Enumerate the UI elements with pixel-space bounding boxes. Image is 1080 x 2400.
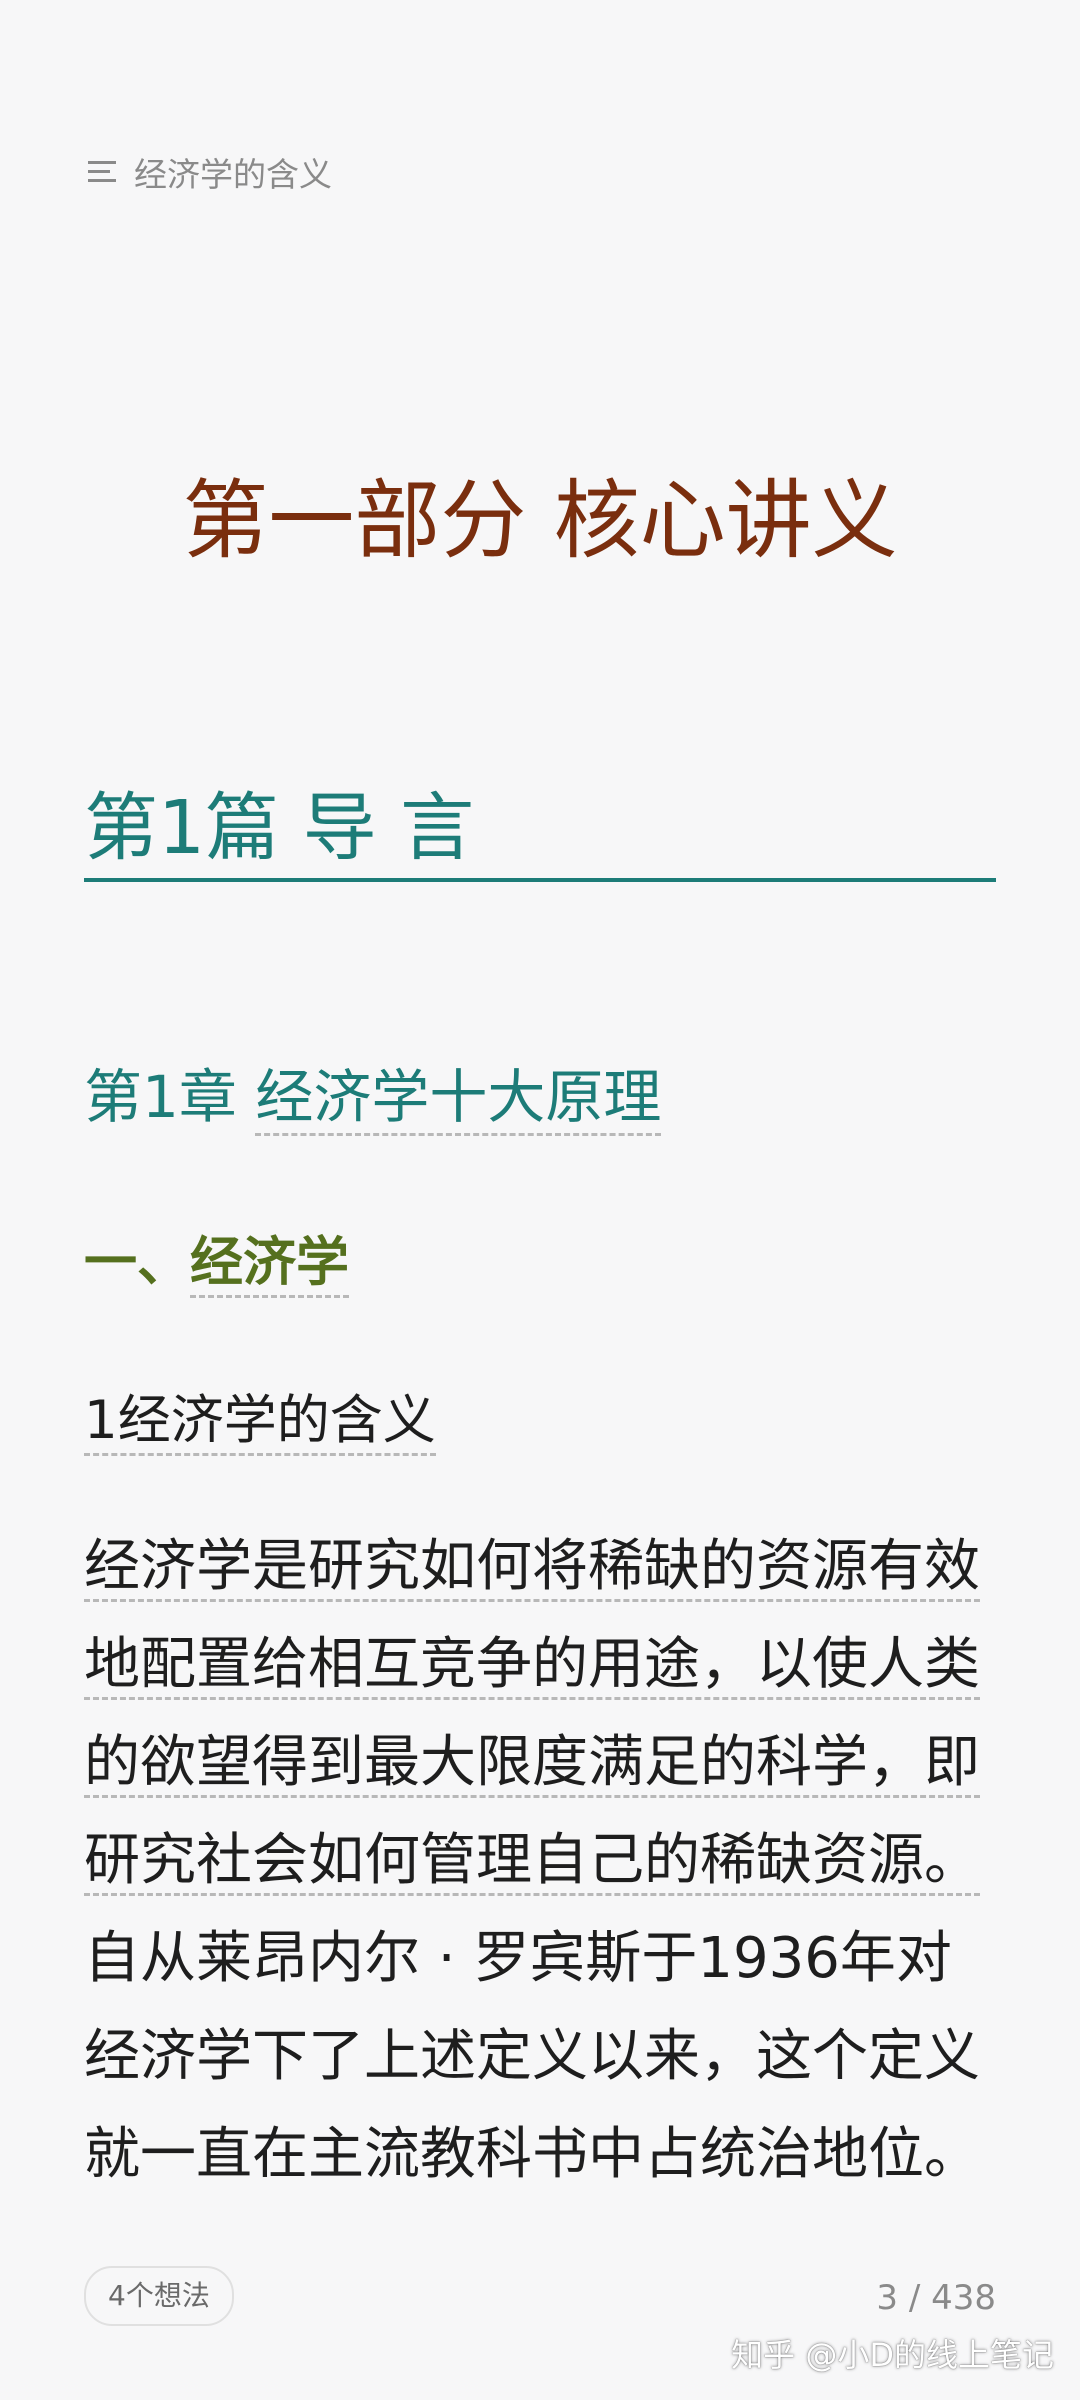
paragraph-line-text: 自从莱昂内尔 · 罗宾斯于1936年对 — [84, 1926, 952, 1991]
toc-header[interactable]: 经济学的含义 — [88, 148, 332, 196]
subsection-title: 一、经济学 — [84, 1220, 349, 1298]
paragraph-line: 自从莱昂内尔 · 罗宾斯于1936年对 — [84, 1910, 1004, 2008]
section-title: 第1篇 导 言 — [84, 785, 475, 871]
item-number: 1 — [84, 1390, 118, 1451]
paragraph-line-text: 就一直在主流教科书中占统治地位。 — [84, 2122, 980, 2187]
chapter-number: 第1章 — [84, 1063, 237, 1131]
part-title: 第一部分 核心讲义 — [182, 471, 898, 571]
chapter-name[interactable]: 经济学十大原理 — [255, 1063, 662, 1136]
paragraph: 经济学是研究如何将稀缺的资源有效 地配置给相互竞争的用途，以使人类 的欲望得到最… — [84, 1518, 1004, 2204]
paragraph-line: 的欲望得到最大限度满足的科学，即 — [84, 1714, 1004, 1812]
chapter-heading-label: 经济学的含义 — [134, 155, 332, 194]
paragraph-line-text: 经济学下了上述定义以来，这个定义 — [84, 2024, 980, 2089]
paragraph-line-text[interactable]: 的欲望得到最大限度满足的科学，即 — [84, 1730, 980, 1798]
chapter-title: 第1章 经济学十大原理 — [84, 1050, 662, 1136]
menu-icon[interactable] — [88, 159, 116, 185]
section-divider — [84, 878, 996, 882]
paragraph-line: 经济学下了上述定义以来，这个定义 — [84, 2008, 1004, 2106]
paragraph-line: 经济学是研究如何将稀缺的资源有效 — [84, 1518, 1004, 1616]
thoughts-button[interactable]: 4个想法 — [84, 2266, 234, 2326]
item-title: 1经济学的含义 — [84, 1378, 436, 1456]
subsection-name[interactable]: 经济学 — [190, 1232, 349, 1298]
item-name: 经济学的含义 — [117, 1390, 436, 1451]
watermark: 知乎 @小D的线上笔记 — [731, 2336, 1054, 2374]
paragraph-line: 研究社会如何管理自己的稀缺资源。 — [84, 1812, 1004, 1910]
page-indicator: 3 / 438 — [876, 2278, 996, 2318]
subsection-prefix: 一、 — [84, 1232, 190, 1293]
paragraph-line: 就一直在主流教科书中占统治地位。 — [84, 2106, 1004, 2204]
item-title-text[interactable]: 1经济学的含义 — [84, 1390, 436, 1456]
paragraph-line-text[interactable]: 地配置给相互竞争的用途，以使人类 — [84, 1632, 980, 1700]
reader-page: 经济学的含义 第一部分 核心讲义 第1篇 导 言 第1章 经济学十大原理 一、经… — [0, 0, 1080, 2400]
paragraph-line: 地配置给相互竞争的用途，以使人类 — [84, 1616, 1004, 1714]
paragraph-line-text[interactable]: 经济学是研究如何将稀缺的资源有效 — [84, 1534, 980, 1602]
paragraph-line-text[interactable]: 研究社会如何管理自己的稀缺资源。 — [84, 1828, 980, 1896]
